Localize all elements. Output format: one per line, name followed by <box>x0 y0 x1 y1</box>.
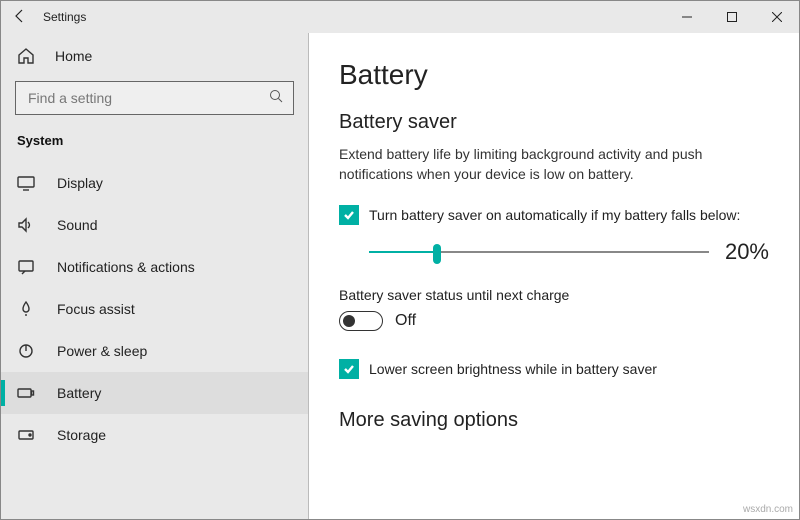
sidebar-item-label: Sound <box>57 217 97 233</box>
maximize-button[interactable] <box>709 1 754 33</box>
lower-brightness-label: Lower screen brightness while in battery… <box>369 361 657 377</box>
sidebar-home[interactable]: Home <box>1 41 308 71</box>
sidebar-item-display[interactable]: Display <box>1 162 308 204</box>
sidebar-item-storage[interactable]: Storage <box>1 414 308 456</box>
sidebar-item-focus-assist[interactable]: Focus assist <box>1 288 308 330</box>
watermark: wsxdn.com <box>743 504 793 515</box>
notifications-icon <box>17 258 35 276</box>
sidebar-item-battery[interactable]: Battery <box>1 372 308 414</box>
search-icon <box>269 89 283 108</box>
search-input[interactable] <box>26 89 269 107</box>
content-pane: Battery Battery saver Extend battery lif… <box>309 33 799 519</box>
home-icon <box>17 47 35 65</box>
section-more-options: More saving options <box>339 409 769 432</box>
sidebar-item-label: Display <box>57 175 103 191</box>
page-title: Battery <box>339 59 769 91</box>
sidebar-home-label: Home <box>55 48 92 64</box>
sidebar-category: System <box>1 129 308 162</box>
sidebar-item-notifications[interactable]: Notifications & actions <box>1 246 308 288</box>
titlebar: Settings <box>1 1 799 33</box>
threshold-value: 20% <box>725 239 769 265</box>
sidebar-item-label: Notifications & actions <box>57 259 195 275</box>
status-toggle[interactable] <box>339 311 383 331</box>
battery-icon <box>17 384 35 402</box>
power-icon <box>17 342 35 360</box>
lower-brightness-checkbox[interactable] <box>339 359 359 379</box>
focus-assist-icon <box>17 300 35 318</box>
battery-saver-description: Extend battery life by limiting backgrou… <box>339 144 769 185</box>
search-box[interactable] <box>15 81 294 115</box>
threshold-slider[interactable] <box>369 242 709 262</box>
sidebar-item-label: Battery <box>57 385 101 401</box>
close-button[interactable] <box>754 1 799 33</box>
section-battery-saver: Battery saver <box>339 111 769 134</box>
sidebar-item-label: Power & sleep <box>57 343 147 359</box>
sound-icon <box>17 216 35 234</box>
sidebar-item-label: Storage <box>57 427 106 443</box>
back-button[interactable] <box>13 9 27 26</box>
auto-on-checkbox[interactable] <box>339 205 359 225</box>
minimize-button[interactable] <box>664 1 709 33</box>
auto-on-label: Turn battery saver on automatically if m… <box>369 207 740 223</box>
sidebar-item-label: Focus assist <box>57 301 135 317</box>
settings-window: Settings Home <box>0 0 800 520</box>
sidebar-item-sound[interactable]: Sound <box>1 204 308 246</box>
window-title: Settings <box>43 10 86 24</box>
status-value: Off <box>395 312 416 330</box>
sidebar: Home System Display <box>1 33 309 519</box>
sidebar-nav: Display Sound Notifications & actions <box>1 162 308 456</box>
display-icon <box>17 174 35 192</box>
storage-icon <box>17 426 35 444</box>
status-label: Battery saver status until next charge <box>339 287 769 303</box>
sidebar-item-power-sleep[interactable]: Power & sleep <box>1 330 308 372</box>
